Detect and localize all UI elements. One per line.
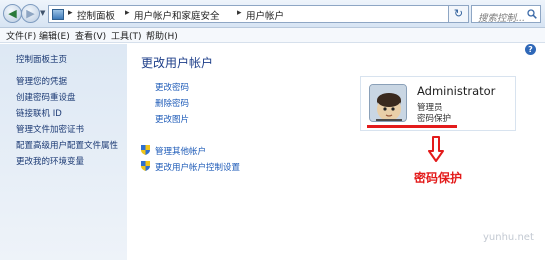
chevron-right-icon[interactable]: ▸	[237, 8, 242, 18]
account-name: Administrator	[417, 84, 496, 98]
avatar[interactable]	[369, 84, 407, 122]
nav-manage-credentials[interactable]: 管理您的凭据	[16, 75, 67, 87]
manage-other-accounts-link[interactable]: 管理其他帐户	[141, 145, 206, 157]
annotation-underline	[367, 125, 457, 128]
menu-help[interactable]: 帮助(H)	[146, 29, 178, 42]
uac-shield-icon	[141, 145, 150, 155]
address-bar: ◀ ▶ ▼ ▸ 控制面板 ▸ 用户帐户和家庭安全 ▸ 用户帐户 ▼ ↻	[0, 0, 545, 28]
annotation-down-arrow-icon	[428, 136, 444, 162]
chevron-right-icon[interactable]: ▸	[68, 8, 73, 18]
forward-arrow-icon: ▶	[26, 7, 35, 20]
menu-bar: 文件(F) 编辑(E) 查看(V) 工具(T) 帮助(H)	[0, 28, 545, 43]
recent-pages-dropdown-icon[interactable]: ▼	[40, 9, 45, 17]
breadcrumb-control-panel[interactable]: 控制面板	[77, 8, 115, 22]
search-icon[interactable]	[527, 9, 537, 19]
breadcrumb-user-accounts[interactable]: 用户帐户	[246, 8, 284, 22]
nav-change-environment-variables[interactable]: 更改我的环境变量	[16, 155, 84, 167]
back-arrow-icon: ◀	[8, 7, 17, 20]
watermark: yunhu.net	[483, 232, 534, 243]
search-input[interactable]	[472, 10, 526, 27]
remove-password-link[interactable]: 删除密码	[155, 97, 189, 109]
menu-tools[interactable]: 工具(T)	[111, 29, 142, 42]
help-icon[interactable]: ?	[525, 44, 536, 55]
annotation-label: 密码保护	[414, 171, 463, 185]
password-protected-status: 密码保护	[417, 114, 452, 124]
breadcrumb-user-accounts-family-safety[interactable]: 用户帐户和家庭安全	[134, 8, 220, 22]
change-uac-settings-label: 更改用户帐户控制设置	[155, 163, 241, 173]
manage-other-accounts-label: 管理其他帐户	[155, 147, 207, 157]
change-picture-link[interactable]: 更改图片	[155, 113, 189, 125]
uac-shield-icon	[141, 161, 150, 171]
nav-create-password-reset-disk[interactable]: 创建密码重设盘	[16, 91, 76, 103]
chevron-right-icon[interactable]: ▸	[125, 8, 130, 18]
nav-link-online-id[interactable]: 链接联机 ID	[16, 107, 62, 119]
menu-file[interactable]: 文件(F)	[6, 29, 36, 42]
control-panel-icon	[52, 9, 64, 20]
change-uac-settings-link[interactable]: 更改用户帐户控制设置	[141, 161, 240, 173]
nav-control-panel-home[interactable]: 控制面板主页	[16, 53, 67, 65]
breadcrumb[interactable]: ▸ 控制面板 ▸ 用户帐户和家庭安全 ▸ 用户帐户 ▼	[48, 5, 465, 23]
account-card: Administrator 管理员 密码保护	[360, 76, 516, 131]
nav-configure-advanced-profile-properties[interactable]: 配置高级用户配置文件属性	[16, 139, 118, 151]
user-avatar-icon	[370, 85, 406, 121]
menu-edit[interactable]: 编辑(E)	[39, 29, 70, 42]
menu-view[interactable]: 查看(V)	[75, 29, 106, 42]
page-title: 更改用户帐户	[141, 56, 214, 70]
refresh-button[interactable]: ↻	[448, 5, 469, 23]
nav-manage-file-encryption-certificates[interactable]: 管理文件加密证书	[16, 123, 84, 135]
navigation-pane: 控制面板主页 管理您的凭据 创建密码重设盘 链接联机 ID 管理文件加密证书 配…	[0, 44, 127, 260]
forward-button[interactable]: ▶	[21, 4, 40, 23]
refresh-icon: ↻	[453, 7, 464, 20]
change-password-link[interactable]: 更改密码	[155, 81, 189, 93]
search-box[interactable]	[471, 5, 541, 27]
back-button[interactable]: ◀	[3, 4, 22, 23]
